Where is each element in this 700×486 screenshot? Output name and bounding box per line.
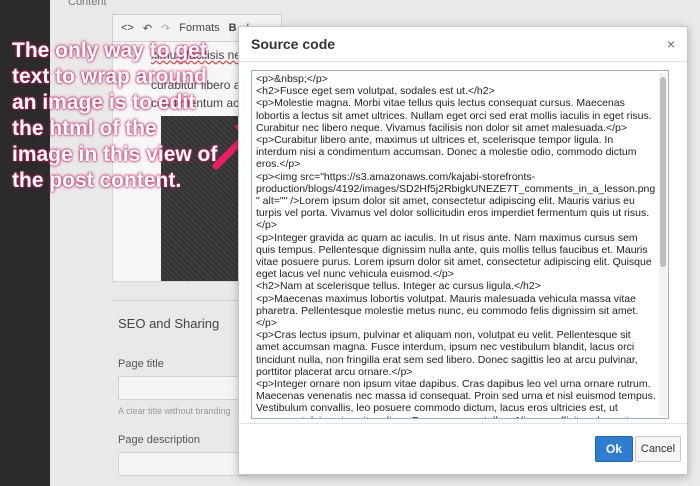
bold-icon[interactable]: B [229,22,237,34]
section-divider [112,300,242,301]
formats-dropdown[interactable]: Formats [179,22,219,34]
cancel-button[interactable]: Cancel [635,436,681,462]
dialog-title: Source code [251,36,336,52]
source-code-icon[interactable]: <> [121,22,134,34]
ok-button[interactable]: Ok [595,436,633,462]
undo-icon[interactable]: ↶ [143,22,152,35]
dialog-header: Source code × [239,27,687,62]
page-description-input[interactable] [118,452,248,476]
page-title-label: Page title [118,358,164,370]
annotation-text: The only way to get text to wrap around … [12,39,218,192]
close-icon[interactable]: × [667,36,675,52]
content-label: Content [68,0,107,8]
scrollbar[interactable] [659,73,667,416]
page-title-help: A clear title without branding [118,406,231,416]
dialog-footer: Ok Cancel [239,423,687,474]
page-description-label: Page description [118,434,200,446]
source-code-content: <p>&nbsp;</p> <h2>Fusce eget sem volutpa… [256,73,656,418]
page-title-input[interactable] [118,376,248,400]
source-code-dialog: Source code × <p>&nbsp;</p> <h2>Fusce eg… [238,26,688,475]
source-code-textarea[interactable]: <p>&nbsp;</p> <h2>Fusce eget sem volutpa… [251,70,669,419]
scrollbar-thumb[interactable] [660,77,666,267]
seo-heading: SEO and Sharing [118,316,220,331]
redo-icon[interactable]: ↷ [161,22,170,35]
